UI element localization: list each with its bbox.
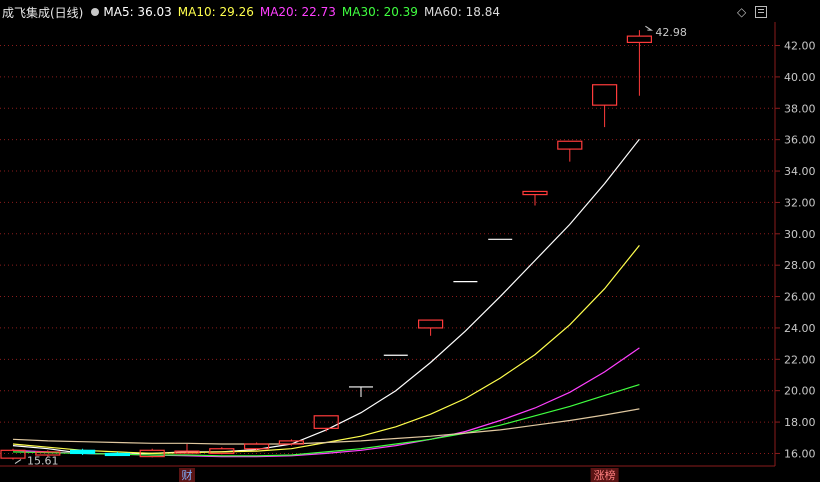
candlestick-chart[interactable]: 16.00 18.00 20.00 22.00 24.00 26.00 28.00 30.00… <box>0 0 820 482</box>
ma-line-ma20 <box>12 347 640 458</box>
y-tick-label: 34.00 <box>784 165 816 178</box>
candle-body <box>69 449 96 455</box>
ma-line-ma10 <box>12 245 640 455</box>
ma-line-ma5 <box>12 138 640 455</box>
candle-body <box>104 452 131 457</box>
y-tick-label: 26.00 <box>784 291 816 304</box>
y-tick-label: 32.00 <box>784 196 816 209</box>
high-price-label: 42.98 <box>655 26 687 39</box>
y-tick-label: 40.00 <box>784 71 816 84</box>
y-tick-label: 38.00 <box>784 102 816 115</box>
y-tick-label: 22.00 <box>784 353 816 366</box>
candle-body <box>557 140 583 150</box>
y-tick-label: 42.00 <box>784 40 816 53</box>
event-marker-label: 财 <box>182 468 193 482</box>
candle-body <box>591 84 618 106</box>
candle-body <box>0 449 26 459</box>
candle-body <box>522 190 548 196</box>
y-tick-label: 28.00 <box>784 259 816 272</box>
low-pointer <box>14 459 22 464</box>
low-price-label: 15.61 <box>27 455 59 468</box>
candle-body <box>418 319 444 329</box>
candle-body <box>313 415 339 429</box>
ma-line-ma30 <box>12 384 640 457</box>
y-tick-label: 18.00 <box>784 416 816 429</box>
high-pointer <box>645 25 654 31</box>
y-tick-label: 30.00 <box>784 228 816 241</box>
ma-line-ma60 <box>12 408 640 445</box>
candle-body <box>626 35 653 43</box>
candle-body <box>278 440 304 445</box>
y-tick-label: 24.00 <box>784 322 816 335</box>
y-tick-label: 20.00 <box>784 385 816 398</box>
event-marker-label: 涨榜 <box>594 468 616 482</box>
y-tick-label: 16.00 <box>784 447 816 460</box>
y-tick-label: 36.00 <box>784 134 816 147</box>
